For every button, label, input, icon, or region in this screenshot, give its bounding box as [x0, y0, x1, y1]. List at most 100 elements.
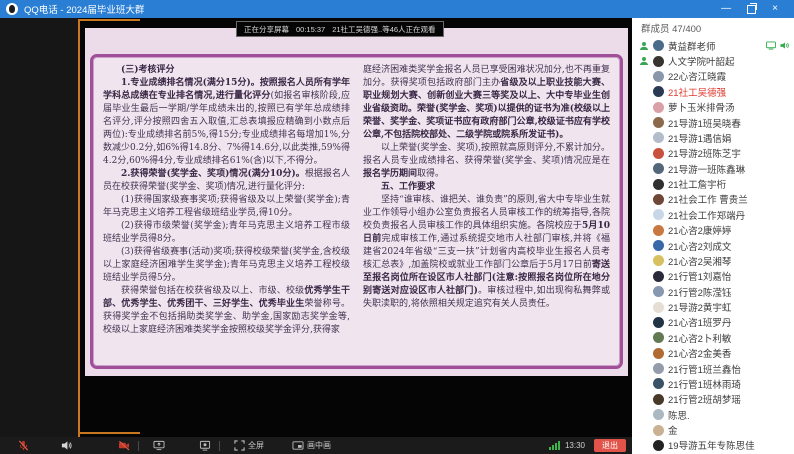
member-row[interactable]: 21心咨2金美香 [632, 346, 794, 361]
member-sidebar: 群成员 47/400 黄益群老师人文学院叶韶起22心咨江晓霞 21社工吴德强萝卜玉… [632, 18, 794, 454]
document-text-frame: (三)考核评分1.专业成绩排名情况(满分15分)。按照报名人员所有学年学科总成绩… [90, 54, 623, 369]
member-row[interactable]: 21行管2班胡梦瑶 [632, 392, 794, 407]
avatar [653, 225, 664, 236]
share-screen-icon[interactable] [153, 440, 165, 451]
avatar [653, 378, 664, 389]
member-name: 21导游一班陈鑫琳 [668, 162, 745, 176]
avatar [653, 117, 664, 128]
member-row[interactable]: 21心咨2卜利敏 [632, 330, 794, 345]
camera-muted-icon[interactable] [118, 440, 130, 451]
member-row[interactable]: 黄益群老师 [632, 38, 794, 53]
member-name: 金 [668, 423, 678, 437]
member-row[interactable]: 21行管1班林雨琦 [632, 376, 794, 391]
member-row[interactable]: 21导游2班陈芝宇 [632, 146, 794, 161]
member-row[interactable]: 21心咨1班罗丹 [632, 315, 794, 330]
avatar [653, 71, 664, 82]
avatar [653, 209, 664, 220]
member-name: 21行管2班胡梦瑶 [668, 392, 741, 406]
avatar [653, 240, 664, 251]
member-row[interactable]: 21导游1遇信娟 [632, 130, 794, 145]
call-control-bar: 全屏 画中画 13:30 退出 [0, 437, 632, 454]
screen-share-stage: 正在分享屏幕 00:15:37 21社工吴德强..等46人正在观看 (三)考核评… [0, 18, 632, 454]
member-row[interactable]: 21导游一班陈鑫琳 [632, 161, 794, 176]
member-row[interactable]: 21行管1班兰鑫怡 [632, 361, 794, 376]
admin-person-icon [639, 41, 649, 51]
member-row[interactable]: 人文学院叶韶起 [632, 53, 794, 68]
avatar [653, 163, 664, 174]
avatar [653, 132, 664, 143]
member-name: 21心咨2吴湘琴 [668, 254, 731, 268]
document-paragraph: 以上荣誉(奖学金、奖项),按照就高原则评分,不累计加分。报名人员专业成绩排名、获… [363, 142, 610, 181]
document-paragraph: 坚持“谁审核、谁把关、谁负责”的原则,省大中专毕业生就业工作领导小组办公室负责报… [363, 194, 610, 311]
window-controls: — × [721, 4, 788, 14]
member-row[interactable]: 22心咨江晓霞 [632, 69, 794, 84]
member-row[interactable]: 陈思. [632, 407, 794, 422]
member-name: 21导游2黄宇虹 [668, 300, 731, 314]
share-frame-border [78, 19, 80, 452]
member-row[interactable]: 21心咨2刘成文 [632, 238, 794, 253]
avatar [653, 40, 664, 51]
member-name: 21心咨1班罗丹 [668, 315, 731, 329]
avatar [653, 286, 664, 297]
document-paragraph: 五、工作要求 [363, 181, 610, 194]
member-name: 陈思. [668, 408, 690, 422]
pip-label[interactable]: 画中画 [307, 440, 331, 451]
whiteboard-icon[interactable] [199, 440, 211, 451]
close-button[interactable]: × [772, 4, 778, 14]
avatar [653, 56, 664, 67]
member-count-header: 群成员 47/400 [632, 18, 794, 38]
member-row[interactable]: 萝卜玉米排骨汤 [632, 100, 794, 115]
screen-share-icon [766, 37, 776, 55]
member-row[interactable]: 21导游2黄宇虹 [632, 299, 794, 314]
member-name: 22心咨江晓霞 [668, 69, 726, 83]
member-name: 萝卜玉米排骨汤 [668, 100, 735, 114]
avatar [653, 409, 664, 420]
qq-call-window: QQ电话 - 2024届毕业班大群 — × 正在分享屏幕 00:15:37 21… [0, 0, 794, 454]
avatar [653, 194, 664, 205]
member-name: 21心咨2刘成文 [668, 239, 731, 253]
member-name: 21心咨2康婷婷 [668, 223, 731, 237]
member-name: 21心咨2金美香 [668, 346, 731, 360]
member-row[interactable]: 21行管1刘嘉怡 [632, 269, 794, 284]
avatar [653, 255, 664, 266]
avatar [653, 363, 664, 374]
avatar [653, 86, 664, 97]
avatar [653, 425, 664, 436]
member-name: 21社工吴德强 [668, 85, 726, 99]
fullscreen-icon[interactable] [234, 440, 245, 451]
member-name: 21社会工作郑端丹 [668, 208, 745, 222]
member-name: 21心咨2卜利敏 [668, 331, 731, 345]
member-row[interactable]: 21行管2陈滢钰 [632, 284, 794, 299]
minimize-button[interactable]: — [721, 4, 731, 14]
member-row[interactable]: 19导游五年专陈思佳 [632, 438, 794, 453]
audio-on-icon [780, 37, 789, 55]
document-right-column: 庭经济困难类奖学金报名人员已享受困难状况加分,也不再重复加分。获得奖项包括政府部… [363, 64, 610, 359]
speaker-icon[interactable] [61, 440, 72, 451]
member-row[interactable]: 21社工吴德强 [632, 84, 794, 99]
member-name: 人文学院叶韶起 [668, 54, 735, 68]
share-frame-border-bottom [78, 432, 140, 434]
pip-icon[interactable] [292, 440, 304, 451]
avatar [653, 302, 664, 313]
member-name: 21行管1刘嘉怡 [668, 269, 731, 283]
fullscreen-label[interactable]: 全屏 [248, 440, 264, 451]
toolbar-separator [138, 441, 139, 451]
share-frame-border-top [78, 19, 140, 21]
document-paragraph: 1.专业成绩排名情况(满分15分)。按照报名人员所有学年学科总成绩在专业排名情况… [103, 77, 350, 168]
avatar [653, 148, 664, 159]
member-name: 21导游1班吴晓春 [668, 116, 741, 130]
member-row[interactable]: 21社会工作郑端丹 [632, 207, 794, 222]
call-duration: 13:30 [565, 441, 585, 450]
member-row[interactable]: 21社工詹宇桁 [632, 176, 794, 191]
member-row[interactable]: 21心咨2康婷婷 [632, 223, 794, 238]
avatar [653, 332, 664, 343]
member-row[interactable]: 21心咨2吴湘琴 [632, 253, 794, 268]
exit-button[interactable]: 退出 [594, 439, 626, 452]
sharing-timer: 00:15:37 [296, 25, 325, 34]
member-row[interactable]: 金 [632, 422, 794, 437]
microphone-muted-icon[interactable] [18, 440, 29, 451]
document-paragraph: 获得荣誉包括在校获省级及以上、市级、校级优秀学生干部、优秀学生、优秀团干、三好学… [103, 285, 350, 337]
member-row[interactable]: 21社会工作 曹贵兰 [632, 192, 794, 207]
member-row[interactable]: 21导游1班吴晓春 [632, 115, 794, 130]
restore-button[interactable] [747, 5, 756, 14]
